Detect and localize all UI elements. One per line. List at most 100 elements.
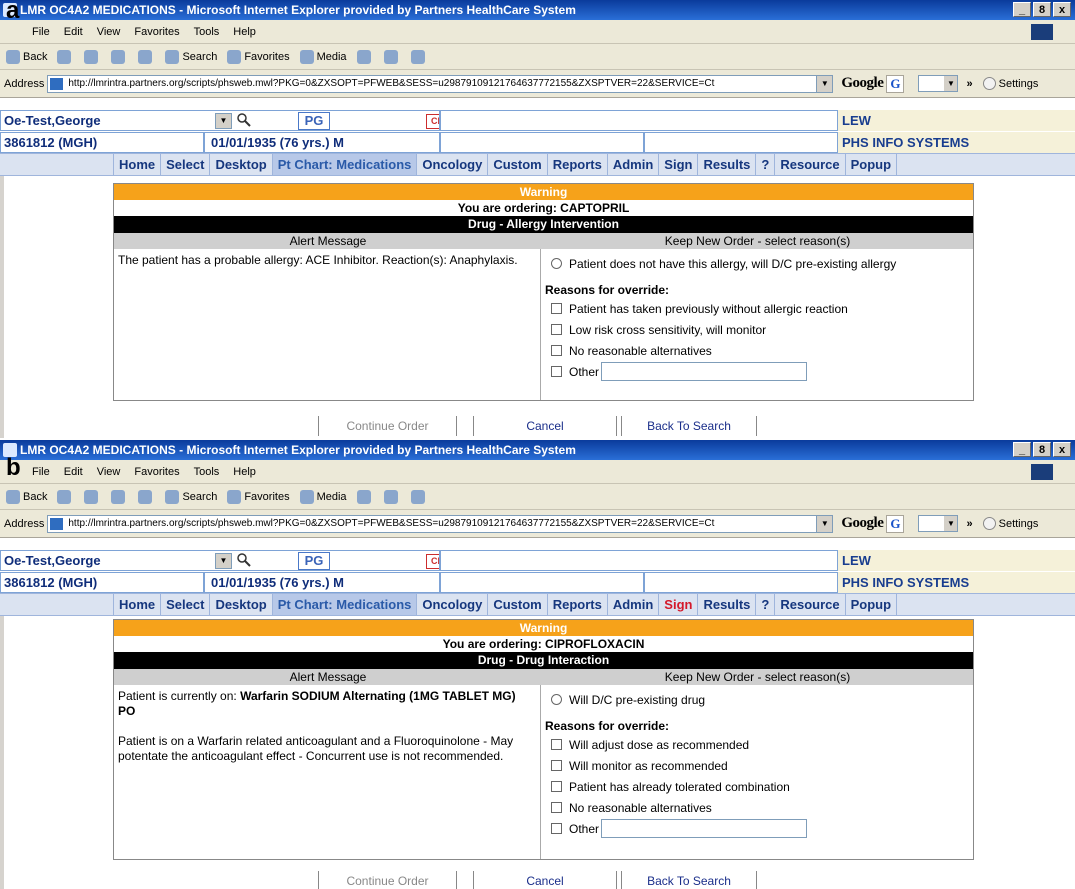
- back-button[interactable]: Back: [6, 489, 47, 504]
- radio-button[interactable]: [551, 694, 562, 705]
- nav-reports[interactable]: Reports: [546, 154, 607, 175]
- refresh-button[interactable]: [111, 489, 128, 504]
- stop-button[interactable]: [84, 489, 101, 504]
- patient-select-dropdown[interactable]: ▼: [215, 113, 232, 129]
- nav-custom[interactable]: Custom: [487, 594, 546, 615]
- close-button[interactable]: x: [1053, 442, 1071, 457]
- reason-checkbox-row[interactable]: Will monitor as recommended: [545, 755, 969, 776]
- history-button[interactable]: [356, 49, 374, 64]
- reason-checkbox-row-other[interactable]: Other: [545, 361, 969, 382]
- menu-view[interactable]: View: [97, 466, 121, 478]
- checkbox[interactable]: [551, 781, 562, 792]
- nav-pt-chart-medications[interactable]: Pt Chart: Medications: [271, 154, 417, 175]
- back-to-search-button[interactable]: Back To Search: [621, 416, 757, 436]
- print-button[interactable]: [410, 489, 428, 504]
- forward-button[interactable]: [57, 49, 74, 64]
- media-button[interactable]: Media: [299, 489, 347, 504]
- close-button[interactable]: x: [1053, 2, 1071, 17]
- menu-file[interactable]: File: [32, 466, 50, 478]
- forward-button[interactable]: [57, 489, 74, 504]
- google-search-input[interactable]: ▼: [918, 75, 959, 92]
- patient-select-dropdown[interactable]: ▼: [215, 553, 232, 569]
- nav-resource[interactable]: Resource: [774, 154, 844, 175]
- refresh-button[interactable]: [111, 49, 128, 64]
- checkbox[interactable]: [551, 345, 562, 356]
- cancel-button[interactable]: Cancel: [473, 871, 617, 889]
- back-button[interactable]: Back: [6, 49, 47, 64]
- continue-order-button[interactable]: Continue Order: [318, 416, 457, 436]
- chevron-down-icon[interactable]: ▼: [816, 75, 833, 92]
- menu-tools[interactable]: Tools: [194, 466, 220, 478]
- other-reason-input[interactable]: [601, 362, 808, 381]
- address-input[interactable]: http://lmrintra.partners.org/scripts/phs…: [47, 514, 834, 533]
- menu-file[interactable]: File: [32, 26, 50, 38]
- checkbox[interactable]: [551, 324, 562, 335]
- maximize-button[interactable]: 8: [1033, 442, 1051, 457]
- nav-resource[interactable]: Resource: [774, 594, 844, 615]
- more-chevron[interactable]: »: [966, 518, 972, 530]
- menu-edit[interactable]: Edit: [64, 466, 83, 478]
- checkbox[interactable]: [551, 802, 562, 813]
- cmp-badge[interactable]: CMP: [426, 554, 439, 569]
- nav-desktop[interactable]: Desktop: [209, 154, 271, 175]
- radio-button[interactable]: [551, 258, 562, 269]
- nav-custom[interactable]: Custom: [487, 154, 546, 175]
- search-button[interactable]: Search: [165, 489, 217, 504]
- nav-oncology[interactable]: Oncology: [416, 154, 487, 175]
- search-icon[interactable]: [237, 113, 251, 127]
- media-button[interactable]: Media: [299, 49, 347, 64]
- menu-help[interactable]: Help: [233, 466, 256, 478]
- nav-admin[interactable]: Admin: [606, 154, 658, 175]
- google-g-button[interactable]: G: [886, 514, 905, 533]
- search-icon[interactable]: [237, 553, 251, 567]
- nav-home[interactable]: Home: [113, 594, 160, 615]
- menu-tools[interactable]: Tools: [194, 26, 220, 38]
- nav-sign[interactable]: Sign: [658, 594, 697, 615]
- nav-popup[interactable]: Popup: [844, 154, 898, 175]
- nav-admin[interactable]: Admin: [606, 594, 658, 615]
- checkbox[interactable]: [551, 303, 562, 314]
- nav-popup[interactable]: Popup: [844, 594, 898, 615]
- reason-checkbox-row[interactable]: Patient has taken previously without all…: [545, 298, 969, 319]
- minimize-button[interactable]: _: [1013, 2, 1031, 17]
- chevron-down-icon[interactable]: ▼: [944, 76, 958, 91]
- reason-checkbox-row[interactable]: Will adjust dose as recommended: [545, 734, 969, 755]
- home-button[interactable]: [138, 489, 155, 504]
- reason-checkbox-row[interactable]: Low risk cross sensitivity, will monitor: [545, 319, 969, 340]
- print-button[interactable]: [410, 49, 428, 64]
- history-button[interactable]: [356, 489, 374, 504]
- google-g-button[interactable]: G: [886, 74, 905, 93]
- nav-results[interactable]: Results: [697, 154, 755, 175]
- maximize-button[interactable]: 8: [1033, 2, 1051, 17]
- settings-button[interactable]: Settings: [982, 517, 1038, 530]
- favorites-button[interactable]: Favorites: [227, 49, 290, 64]
- chevron-down-icon[interactable]: ▼: [944, 516, 958, 531]
- pg-badge[interactable]: PG: [298, 112, 330, 130]
- settings-button[interactable]: Settings: [982, 77, 1038, 90]
- minimize-button[interactable]: _: [1013, 442, 1031, 457]
- reason-checkbox-row[interactable]: Patient has already tolerated combinatio…: [545, 776, 969, 797]
- reason-checkbox-row[interactable]: No reasonable alternatives: [545, 797, 969, 818]
- nav-select[interactable]: Select: [160, 154, 209, 175]
- other-reason-input[interactable]: [601, 819, 808, 838]
- google-search-input[interactable]: ▼: [918, 515, 959, 532]
- more-chevron[interactable]: »: [966, 78, 972, 90]
- nav-sign[interactable]: Sign: [658, 154, 697, 175]
- search-button[interactable]: Search: [165, 49, 217, 64]
- menu-view[interactable]: View: [97, 26, 121, 38]
- menu-help[interactable]: Help: [233, 26, 256, 38]
- cmp-badge[interactable]: CMP: [426, 114, 439, 129]
- continue-order-button[interactable]: Continue Order: [318, 871, 457, 889]
- nav-select[interactable]: Select: [160, 594, 209, 615]
- nav-pt-chart-medications[interactable]: Pt Chart: Medications: [271, 594, 417, 615]
- nav-help[interactable]: ?: [755, 154, 774, 175]
- chevron-down-icon[interactable]: ▼: [816, 515, 833, 532]
- checkbox[interactable]: [551, 760, 562, 771]
- checkbox[interactable]: [551, 739, 562, 750]
- nav-home[interactable]: Home: [113, 154, 160, 175]
- reason-checkbox-row-other[interactable]: Other: [545, 818, 969, 839]
- menu-favorites[interactable]: Favorites: [134, 466, 179, 478]
- menu-edit[interactable]: Edit: [64, 26, 83, 38]
- mail-button[interactable]: [383, 489, 401, 504]
- address-input[interactable]: http://lmrintra.partners.org/scripts/phs…: [47, 74, 834, 93]
